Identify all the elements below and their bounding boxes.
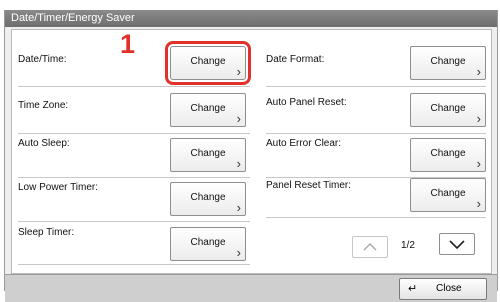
- row-divider: [266, 217, 486, 218]
- step-callout-number: 1: [120, 29, 136, 59]
- footer-bar: ↵ Close: [5, 274, 497, 302]
- low-power-timer-change-button[interactable]: Change ›: [170, 182, 246, 216]
- chevron-right-icon: ›: [236, 200, 241, 215]
- chevron-right-icon: ›: [236, 156, 241, 171]
- row-divider: [18, 86, 250, 87]
- dialog-panel: Date/Timer/Energy Saver Date/Time: Chang…: [4, 10, 498, 302]
- chevron-right-icon: ›: [476, 111, 481, 126]
- sleep-timer-change-button[interactable]: Change ›: [170, 227, 246, 261]
- chevron-up-icon: [363, 243, 377, 251]
- panel-reset-timer-label: Panel Reset Timer:: [266, 180, 352, 191]
- time-zone-change-button[interactable]: Change ›: [170, 93, 246, 127]
- row-divider: [266, 133, 486, 134]
- chevron-right-icon: ›: [236, 245, 241, 260]
- chevron-right-icon: ›: [476, 156, 481, 171]
- page-up-button[interactable]: [352, 236, 388, 258]
- date-time-change-label: Change: [190, 56, 226, 67]
- time-zone-label: Time Zone:: [18, 100, 69, 111]
- row-divider: [18, 177, 250, 178]
- auto-sleep-change-button[interactable]: Change ›: [170, 138, 246, 172]
- row-divider: [18, 133, 250, 134]
- auto-panel-reset-label: Auto Panel Reset:: [266, 97, 347, 108]
- close-label: Close: [436, 283, 462, 294]
- date-time-label: Date/Time:: [18, 54, 67, 65]
- chevron-right-icon: ›: [236, 64, 241, 79]
- panel-reset-timer-change-label: Change: [430, 188, 466, 199]
- close-button[interactable]: ↵ Close: [399, 278, 487, 300]
- sleep-timer-label: Sleep Timer:: [18, 227, 75, 238]
- date-time-change-button[interactable]: Change ›: [165, 41, 251, 85]
- chevron-right-icon: ›: [476, 64, 481, 79]
- panel-reset-timer-change-button[interactable]: Change ›: [410, 178, 486, 212]
- window-title: Date/Timer/Energy Saver: [5, 10, 497, 27]
- auto-error-clear-label: Auto Error Clear:: [266, 138, 342, 149]
- chevron-right-icon: ›: [236, 111, 241, 126]
- chevron-down-icon: [449, 240, 465, 250]
- auto-panel-reset-change-label: Change: [430, 103, 466, 114]
- return-arrow-icon: ↵: [408, 283, 418, 295]
- row-divider: [266, 86, 486, 87]
- row-divider: [18, 264, 250, 265]
- page-down-button[interactable]: [439, 233, 475, 255]
- auto-error-clear-change-button[interactable]: Change ›: [410, 138, 486, 172]
- page-indicator: 1/2: [401, 240, 415, 251]
- low-power-timer-change-label: Change: [190, 192, 226, 203]
- low-power-timer-label: Low Power Timer:: [18, 182, 99, 193]
- row-divider: [18, 221, 250, 222]
- auto-error-clear-change-label: Change: [430, 148, 466, 159]
- sleep-timer-change-label: Change: [190, 237, 226, 248]
- date-format-change-button[interactable]: Change ›: [410, 46, 486, 80]
- auto-sleep-label: Auto Sleep:: [18, 138, 70, 149]
- time-zone-change-label: Change: [190, 103, 226, 114]
- settings-list: Date/Time: Change › Time Zone: Change › …: [11, 29, 492, 274]
- date-format-change-label: Change: [430, 56, 466, 67]
- chevron-right-icon: ›: [476, 196, 481, 211]
- auto-sleep-change-label: Change: [190, 148, 226, 159]
- auto-panel-reset-change-button[interactable]: Change ›: [410, 93, 486, 127]
- date-format-label: Date Format:: [266, 54, 325, 65]
